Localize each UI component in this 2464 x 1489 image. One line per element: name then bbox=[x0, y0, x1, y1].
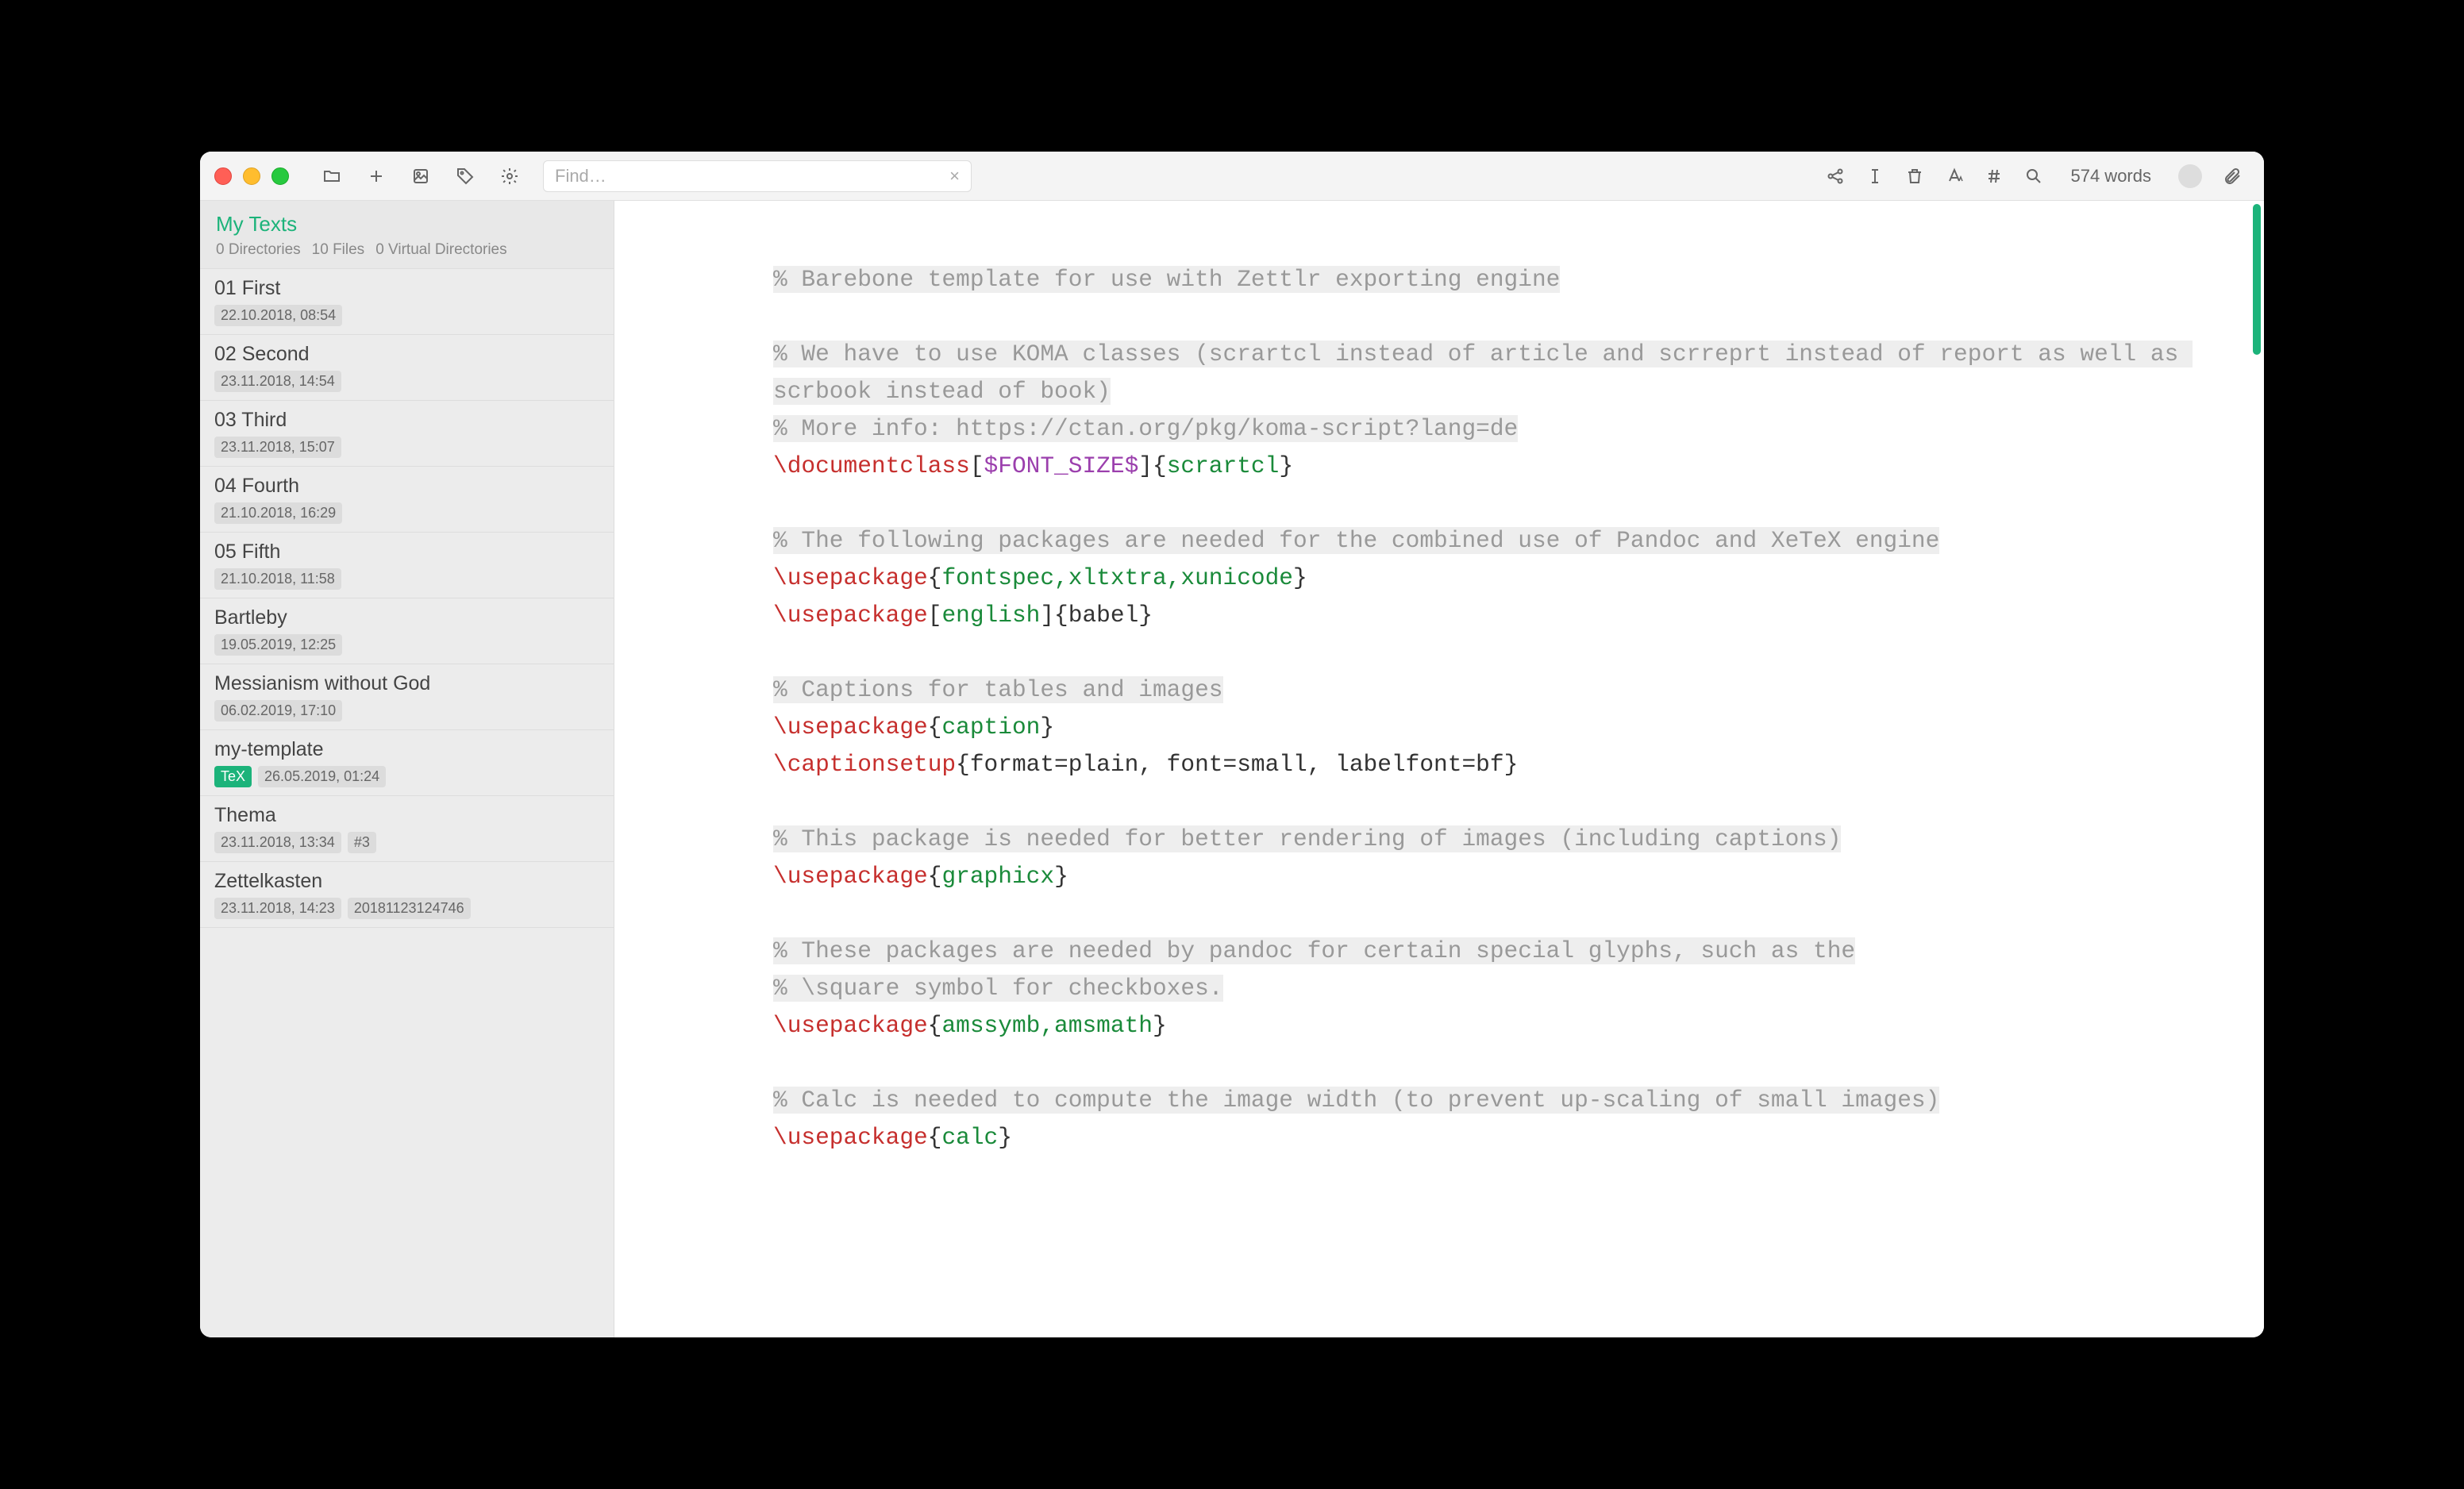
file-item[interactable]: Bartleby 19.05.2019, 12:25 bbox=[200, 598, 614, 664]
avatar[interactable] bbox=[2178, 164, 2202, 188]
right-toolbar: 574 words bbox=[1818, 159, 2250, 194]
file-title: 04 Fourth bbox=[214, 475, 599, 498]
file-title: Messianism without God bbox=[214, 672, 599, 695]
titlebar: × 574 words bbox=[200, 152, 2264, 201]
sidebar-meta: 0 Directories 10 Files 0 Virtual Directo… bbox=[216, 241, 598, 259]
stats-icon[interactable] bbox=[403, 159, 438, 194]
file-extra: #3 bbox=[348, 832, 376, 853]
window-controls bbox=[214, 167, 289, 185]
file-title: 02 Second bbox=[214, 343, 599, 366]
file-badge: TeX bbox=[214, 766, 252, 787]
formatting-icon[interactable] bbox=[1937, 159, 1972, 194]
file-item[interactable]: 05 Fifth 21.10.2018, 11:58 bbox=[200, 533, 614, 598]
attachment-icon[interactable] bbox=[2215, 159, 2250, 194]
file-date: 23.11.2018, 13:34 bbox=[214, 832, 341, 853]
file-title: Zettelkasten bbox=[214, 870, 599, 893]
file-item[interactable]: Thema 23.11.2018, 13:34 #3 bbox=[200, 796, 614, 862]
file-title: my-template bbox=[214, 738, 599, 761]
find-in-file-icon[interactable] bbox=[2016, 159, 2051, 194]
file-item[interactable]: my-template TeX 26.05.2019, 01:24 bbox=[200, 730, 614, 796]
clear-search-icon[interactable]: × bbox=[949, 166, 960, 187]
file-item[interactable]: 04 Fourth 21.10.2018, 16:29 bbox=[200, 467, 614, 533]
file-title: 01 First bbox=[214, 277, 599, 300]
file-date: 23.11.2018, 14:23 bbox=[214, 898, 341, 919]
file-date: 21.10.2018, 11:58 bbox=[214, 568, 341, 590]
app-window: × 574 words bbox=[200, 152, 2264, 1337]
file-date: 06.02.2019, 17:10 bbox=[214, 700, 342, 721]
file-item[interactable]: Zettelkasten 23.11.2018, 14:23 201811231… bbox=[200, 862, 614, 928]
file-date: 21.10.2018, 16:29 bbox=[214, 502, 342, 524]
word-count: 574 words bbox=[2070, 166, 2151, 187]
sidebar-title: My Texts bbox=[216, 212, 598, 237]
dir-count: 0 Directories bbox=[216, 241, 301, 259]
file-count: 10 Files bbox=[312, 241, 365, 259]
file-item[interactable]: 01 First 22.10.2018, 08:54 bbox=[200, 269, 614, 335]
vdir-count: 0 Virtual Directories bbox=[375, 241, 506, 259]
file-date: 23.11.2018, 15:07 bbox=[214, 437, 341, 458]
search-input[interactable] bbox=[555, 166, 949, 187]
file-extra: 20181123124746 bbox=[348, 898, 471, 919]
scroll-indicator[interactable] bbox=[2253, 204, 2261, 355]
settings-icon[interactable] bbox=[492, 159, 527, 194]
sidebar: My Texts 0 Directories 10 Files 0 Virtua… bbox=[200, 201, 614, 1337]
file-title: 05 Fifth bbox=[214, 541, 599, 564]
file-date: 22.10.2018, 08:54 bbox=[214, 305, 342, 326]
new-file-icon[interactable] bbox=[359, 159, 394, 194]
file-date: 23.11.2018, 14:54 bbox=[214, 371, 341, 392]
file-date: 26.05.2019, 01:24 bbox=[258, 766, 386, 787]
sidebar-header[interactable]: My Texts 0 Directories 10 Files 0 Virtua… bbox=[200, 201, 614, 269]
editor[interactable]: % Barebone template for use with Zettlr … bbox=[614, 201, 2264, 1337]
global-search[interactable]: × bbox=[543, 160, 972, 192]
file-title: Thema bbox=[214, 804, 599, 827]
file-item[interactable]: 02 Second 23.11.2018, 14:54 bbox=[200, 335, 614, 401]
file-title: Bartleby bbox=[214, 606, 599, 629]
tag-icon[interactable] bbox=[448, 159, 483, 194]
maximize-window-button[interactable] bbox=[271, 167, 289, 185]
share-icon[interactable] bbox=[1818, 159, 1853, 194]
typewriter-icon[interactable] bbox=[1858, 159, 1892, 194]
open-folder-icon[interactable] bbox=[314, 159, 349, 194]
minimize-window-button[interactable] bbox=[243, 167, 260, 185]
code-content[interactable]: % Barebone template for use with Zettlr … bbox=[614, 201, 2264, 1188]
hashtag-icon[interactable] bbox=[1977, 159, 2012, 194]
file-date: 19.05.2019, 12:25 bbox=[214, 634, 342, 656]
close-window-button[interactable] bbox=[214, 167, 232, 185]
file-title: 03 Third bbox=[214, 409, 599, 432]
file-item[interactable]: 03 Third 23.11.2018, 15:07 bbox=[200, 401, 614, 467]
file-item[interactable]: Messianism without God 06.02.2019, 17:10 bbox=[200, 664, 614, 730]
delete-icon[interactable] bbox=[1897, 159, 1932, 194]
file-list: 01 First 22.10.2018, 08:54 02 Second 23.… bbox=[200, 269, 614, 1337]
